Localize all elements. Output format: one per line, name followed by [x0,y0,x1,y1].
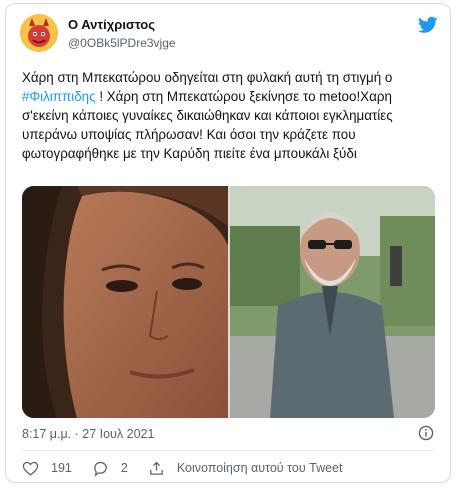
photo-woman[interactable] [22,186,228,418]
media-grid[interactable] [22,186,435,418]
reply-button[interactable]: 2 [92,460,128,477]
photo-man[interactable] [230,186,435,418]
user-handle[interactable]: @0OBk5lPDre3vjge [68,36,176,50]
avatar[interactable] [20,14,58,52]
tweet-text-part: Χάρη στη Μπεκατώρου οδηγείται στη φυλακή… [22,70,393,85]
divider [22,450,434,451]
tweet-timestamp[interactable]: 8:17 μ.μ. · 27 Ιουλ 2021 [22,427,154,441]
share-label: Κοινοποίηση αυτού του Tweet [176,461,343,475]
display-name[interactable]: Ο Αντίχριστος [68,17,155,32]
info-icon[interactable] [418,425,434,441]
like-button[interactable]: 191 [22,460,72,477]
like-count: 191 [51,461,72,475]
tweet-actions: 191 2 Κοινοποίηση αυτού του Tweet [22,458,362,478]
twitter-bird-icon[interactable] [418,16,438,34]
share-button[interactable]: Κοινοποίηση αυτού του Tweet [148,460,343,477]
reply-icon [94,461,107,477]
tweet-text: Χάρη στη Μπεκατώρου οδηγείται στη φυλακή… [22,68,442,163]
hashtag-link[interactable]: #Φιλιππιδης [22,89,96,104]
share-icon [150,461,163,475]
heart-icon [22,461,39,476]
tweet-card[interactable]: Ο Αντίχριστος @0OBk5lPDre3vjge Χάρη στη … [5,3,451,483]
reply-count: 2 [120,461,128,475]
